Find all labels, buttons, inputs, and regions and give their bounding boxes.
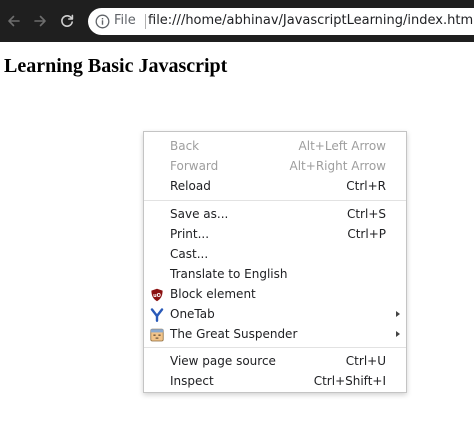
url-text[interactable]: file:///home/abhinav/JavascriptLearning/… xyxy=(148,13,474,28)
menu-item-reload[interactable]: Reload Ctrl+R xyxy=(144,177,406,197)
menu-item-label: Inspect xyxy=(170,374,214,388)
menu-separator xyxy=(144,347,406,348)
address-bar[interactable]: File file:///home/abhinav/JavascriptLear… xyxy=(88,8,474,35)
menu-item-label: Print... xyxy=(170,227,210,241)
ublock-origin-icon: uO xyxy=(150,288,164,302)
menu-item-back[interactable]: Back Alt+Left Arrow xyxy=(144,137,406,157)
menu-item-great-suspender[interactable]: The Great Suspender xyxy=(144,325,406,345)
menu-item-label: Forward xyxy=(170,159,219,173)
menu-separator xyxy=(144,200,406,201)
arrow-left-icon[interactable] xyxy=(4,11,24,31)
menu-item-forward[interactable]: Forward Alt+Right Arrow xyxy=(144,157,406,177)
menu-item-onetab[interactable]: OneTab xyxy=(144,305,406,325)
menu-item-shortcut: Alt+Right Arrow xyxy=(289,159,386,173)
menu-item-cast[interactable]: Cast... xyxy=(144,245,406,265)
menu-item-print[interactable]: Print... Ctrl+P xyxy=(144,225,406,245)
arrow-right-icon[interactable] xyxy=(30,11,50,31)
omnibox-divider xyxy=(145,14,146,29)
menu-item-label: Translate to English xyxy=(170,267,288,281)
menu-item-label: OneTab xyxy=(170,307,215,321)
scheme-label: File xyxy=(114,13,136,28)
menu-item-inspect[interactable]: Inspect Ctrl+Shift+I xyxy=(144,372,406,392)
menu-item-view-source[interactable]: View page source Ctrl+U xyxy=(144,352,406,372)
menu-item-label: Back xyxy=(170,139,200,153)
submenu-arrow-icon xyxy=(396,311,400,317)
menu-item-translate[interactable]: Translate to English xyxy=(144,265,406,285)
menu-item-shortcut: Ctrl+P xyxy=(347,227,386,241)
menu-item-label: Save as... xyxy=(170,207,229,221)
context-menu: Back Alt+Left Arrow Forward Alt+Right Ar… xyxy=(143,131,407,393)
menu-item-label: The Great Suspender xyxy=(170,327,298,341)
menu-item-save-as[interactable]: Save as... Ctrl+S xyxy=(144,205,406,225)
menu-item-label: Cast... xyxy=(170,247,209,261)
menu-item-shortcut: Alt+Left Arrow xyxy=(298,139,386,153)
svg-text:uO: uO xyxy=(153,293,161,299)
reload-icon[interactable] xyxy=(57,11,77,31)
onetab-icon xyxy=(150,308,164,322)
info-icon[interactable] xyxy=(95,14,110,29)
submenu-arrow-icon xyxy=(396,331,400,337)
menu-item-block-element[interactable]: uO Block element xyxy=(144,285,406,305)
menu-item-label: View page source xyxy=(170,354,276,368)
menu-item-shortcut: Ctrl+U xyxy=(345,354,386,368)
page-heading: Learning Basic Javascript xyxy=(4,55,228,77)
menu-item-label: Reload xyxy=(170,179,211,193)
browser-toolbar: File file:///home/abhinav/JavascriptLear… xyxy=(0,0,474,42)
menu-item-shortcut: Ctrl+R xyxy=(346,179,386,193)
menu-item-shortcut: Ctrl+Shift+I xyxy=(313,374,386,388)
menu-item-shortcut: Ctrl+S xyxy=(346,207,386,221)
menu-item-label: Block element xyxy=(170,287,256,301)
great-suspender-icon xyxy=(150,328,164,342)
